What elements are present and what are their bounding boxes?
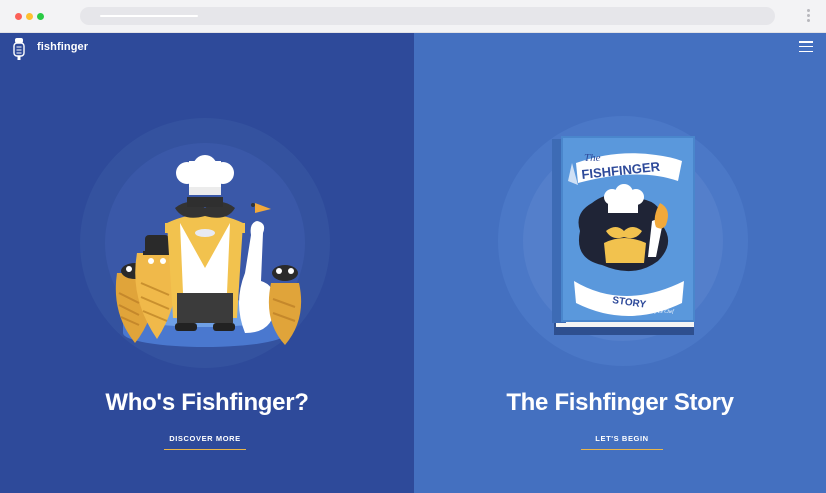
story-panel: The FISHFINGER STORY by Le Chef The Fish… <box>414 33 826 493</box>
brand-name: fishfinger <box>37 41 89 53</box>
svg-text:The: The <box>584 152 601 164</box>
who-panel: fishfinger Who's Fishfinger? DISCOVER MO… <box>0 33 414 493</box>
maximize-window-button[interactable] <box>37 13 44 20</box>
close-window-button[interactable] <box>15 13 22 20</box>
svg-text:by Le Chef: by Le Chef <box>652 310 674 315</box>
lets-begin-link[interactable]: LET'S BEGIN <box>581 434 663 450</box>
address-bar[interactable] <box>80 7 775 25</box>
hamburger-menu-icon[interactable] <box>799 41 813 53</box>
minimize-window-button[interactable] <box>26 13 33 20</box>
chef-with-fish-friends-illustration <box>115 155 302 347</box>
address-placeholder-line <box>100 15 198 17</box>
who-heading: Who's Fishfinger? <box>105 389 309 416</box>
story-book-illustration: The FISHFINGER STORY by Le Chef <box>552 136 695 335</box>
fish-stick-chef-icon <box>13 38 25 60</box>
browser-menu-icon[interactable] <box>807 9 811 23</box>
story-heading: The Fishfinger Story <box>506 389 734 416</box>
discover-more-link[interactable]: DISCOVER MORE <box>164 434 246 450</box>
brand-logo[interactable]: fishfinger <box>12 38 152 60</box>
browser-toolbar <box>0 0 826 33</box>
